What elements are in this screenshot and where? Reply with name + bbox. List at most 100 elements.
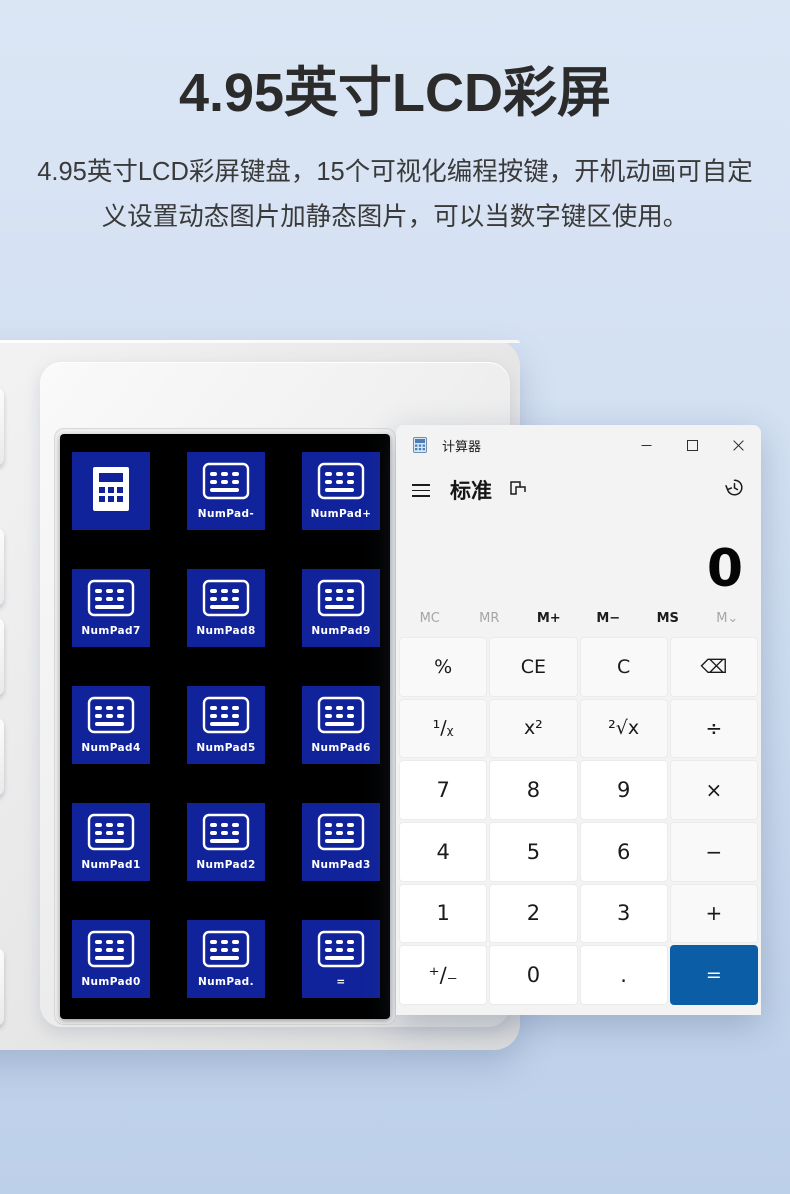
key-3[interactable]: 3 [579, 883, 668, 944]
keyboard-icon [317, 813, 365, 856]
keycap-power[interactable] [0, 948, 4, 1026]
lcd-tile-label: = [336, 976, 346, 988]
lcd-tile-label: NumPad9 [311, 625, 371, 637]
memory-clear-button[interactable]: MC [400, 611, 460, 626]
minimize-button[interactable] [623, 425, 669, 465]
memory-add-button[interactable]: M+ [519, 611, 579, 626]
lcd-tile-label: NumPad. [197, 976, 254, 988]
lcd-tile-label: NumPad0 [81, 976, 141, 988]
key-add[interactable]: + [669, 883, 758, 944]
keyboard-icon [317, 696, 365, 739]
key-percent[interactable]: % [399, 637, 488, 697]
key-square[interactable]: x² [489, 698, 578, 759]
keyboard-icon [202, 813, 250, 856]
keyboard-icon [202, 462, 250, 505]
display-value: 0 [706, 539, 743, 599]
lcd-tile-numpad5[interactable]: NumPad5 [187, 686, 265, 764]
lcd-tile-label: NumPad2 [196, 859, 256, 871]
lcd-tile-numpad0[interactable]: NumPad0 [72, 920, 150, 998]
calculator-window: 计算器 标准 0 MC MR M+ M− MS M⌄ % CE C ⌫ ¹∕ᵪ … [396, 425, 761, 1015]
keyboard-icon [202, 579, 250, 622]
page-subtitle: 4.95英寸LCD彩屏键盘，15个可视化编程按键，开机动画可自定义设置动态图片加… [37, 158, 753, 231]
keyboard-icon [317, 462, 365, 505]
key-5[interactable]: 5 [489, 822, 578, 882]
lcd-tile-label: NumPad8 [196, 625, 256, 637]
memory-subtract-button[interactable]: M− [579, 611, 639, 626]
lcd-tile-label: NumPad5 [196, 742, 256, 754]
memory-store-button[interactable]: MS [638, 611, 698, 626]
keycap-pgup-end[interactable]: UP d [0, 618, 4, 696]
calculator-mode-label: 标准 [450, 479, 492, 503]
calculator-navbar: 标准 [396, 465, 761, 515]
calculator-app-icon [412, 437, 428, 453]
keyboard-icon [317, 930, 365, 973]
key-6[interactable]: 6 [579, 822, 668, 882]
lcd-tile-numpad9[interactable]: NumPad9 [302, 569, 380, 647]
hamburger-menu-icon[interactable] [412, 482, 432, 498]
window-controls [623, 425, 761, 465]
lcd-tile-equals[interactable]: = [302, 920, 380, 998]
lcd-tile-label: NumPad6 [311, 742, 371, 754]
keyboard-icon [87, 696, 135, 739]
lcd-tile-numpad3[interactable]: NumPad3 [302, 803, 380, 881]
close-button[interactable] [715, 425, 761, 465]
calculator-titlebar[interactable]: 计算器 [396, 425, 761, 465]
maximize-button[interactable] [669, 425, 715, 465]
lcd-tile-calculator[interactable] [72, 452, 150, 530]
lcd-screen: NumPad- NumPad+ NumPad7 NumPad8 NumPad9 … [60, 434, 390, 1019]
lcd-tile-numpad-minus[interactable]: NumPad- [187, 452, 265, 530]
lcd-tile-label: NumPad- [197, 508, 255, 520]
lcd-tile-numpad-plus[interactable]: NumPad+ [302, 452, 380, 530]
keyboard-icon [317, 579, 365, 622]
key-1[interactable]: 1 [399, 883, 488, 944]
lcd-tile-label: NumPad4 [81, 742, 141, 754]
memory-recall-button[interactable]: MR [460, 611, 520, 626]
memory-button-row: MC MR M+ M− MS M⌄ [396, 601, 761, 635]
keyboard-icon [87, 579, 135, 622]
lcd-tile-numpad-decimal[interactable]: NumPad. [187, 920, 265, 998]
calculator-app-title: 计算器 [442, 439, 482, 455]
keyboard-icon [87, 930, 135, 973]
lcd-tile-label: NumPad+ [310, 508, 372, 520]
keyboard-icon [202, 930, 250, 973]
lcd-tile-numpad4[interactable]: NumPad4 [72, 686, 150, 764]
page-title: 4.95英寸LCD彩屏 [178, 63, 612, 123]
calculator-display: 0 [396, 515, 761, 601]
key-clear[interactable]: C [579, 637, 668, 697]
key-divide[interactable]: ÷ [669, 698, 758, 759]
keycap-ins-prtsc[interactable]: S Sc [0, 528, 4, 606]
lcd-tile-numpad8[interactable]: NumPad8 [187, 569, 265, 647]
lcd-tile-label: NumPad3 [311, 859, 371, 871]
lcd-tile-numpad2[interactable]: NumPad2 [187, 803, 265, 881]
lcd-tile-label: NumPad7 [81, 625, 141, 637]
key-multiply[interactable]: × [669, 760, 758, 820]
key-decimal[interactable]: . [579, 945, 668, 1005]
lcd-tile-numpad6[interactable]: NumPad6 [302, 686, 380, 764]
calculator-keypad: % CE C ⌫ ¹∕ᵪ x² ²√x ÷ 7 8 9 × 4 5 6 − 1 … [396, 635, 761, 1009]
key-sign-toggle[interactable]: ⁺∕₋ [399, 945, 488, 1005]
key-9[interactable]: 9 [579, 760, 668, 820]
key-clear-entry[interactable]: CE [489, 637, 578, 697]
promo-header: 4.95英寸LCD彩屏 4.95英寸LCD彩屏键盘，15个可视化编程按键，开机动… [0, 0, 790, 239]
keyboard-icon [87, 813, 135, 856]
keyboard-icon [202, 696, 250, 739]
lcd-tile-numpad7[interactable]: NumPad7 [72, 569, 150, 647]
lcd-tile-numpad1[interactable]: NumPad1 [72, 803, 150, 881]
keep-on-top-icon[interactable] [508, 478, 528, 503]
key-4[interactable]: 4 [399, 822, 488, 882]
keycap-pgdn-home[interactable]: ON ne [0, 718, 4, 796]
key-square-root[interactable]: ²√x [579, 698, 668, 759]
keycap-del-erase[interactable]: L se [0, 388, 4, 466]
history-icon[interactable] [724, 477, 745, 503]
key-8[interactable]: 8 [489, 760, 578, 820]
backspace-icon[interactable]: ⌫ [669, 637, 758, 697]
key-2[interactable]: 2 [489, 883, 578, 944]
key-equals[interactable]: = [669, 945, 758, 1005]
key-reciprocal[interactable]: ¹∕ᵪ [399, 698, 488, 759]
key-7[interactable]: 7 [399, 760, 488, 820]
lcd-tile-label: NumPad1 [81, 859, 141, 871]
memory-list-button[interactable]: M⌄ [698, 611, 758, 626]
key-0[interactable]: 0 [489, 945, 578, 1005]
lcd-tile-grid: NumPad- NumPad+ NumPad7 NumPad8 NumPad9 … [72, 452, 380, 1019]
key-subtract[interactable]: − [669, 822, 758, 882]
